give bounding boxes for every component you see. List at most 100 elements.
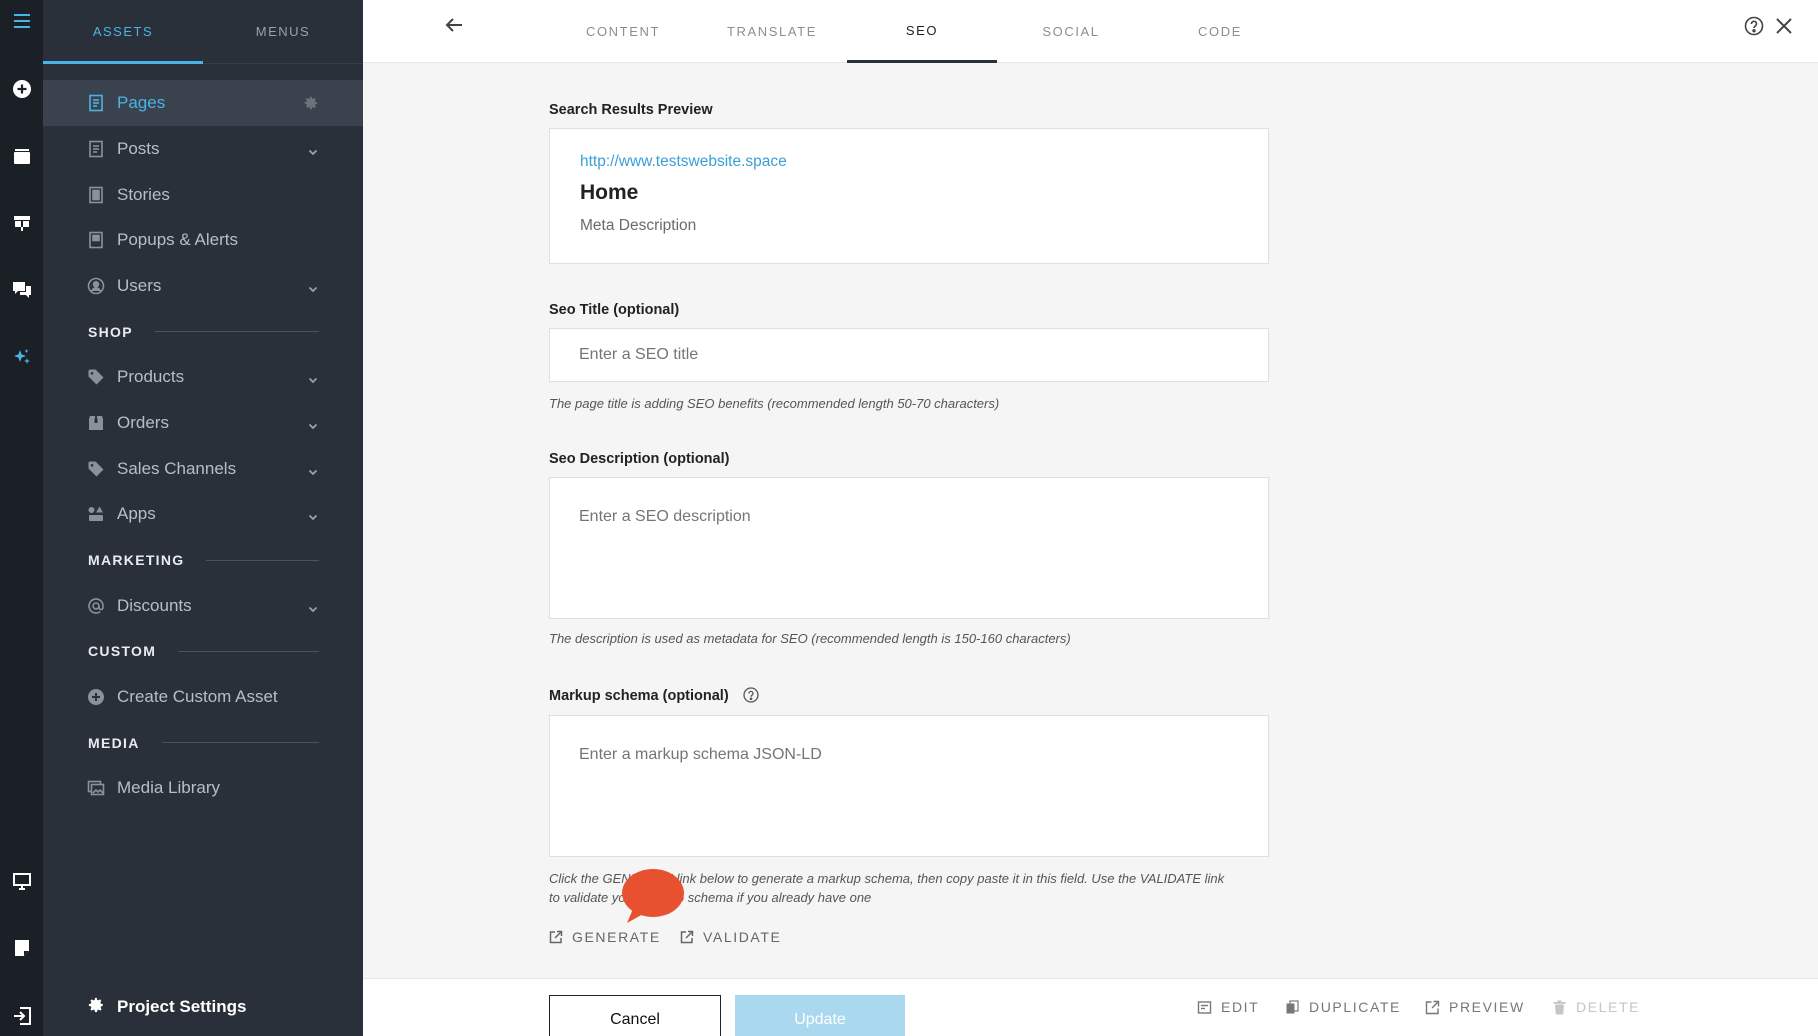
divider xyxy=(206,559,319,561)
active-tab-indicator xyxy=(43,61,203,64)
section-title: MEDIA xyxy=(88,734,140,751)
editor-topbar: CONTENT TRANSLATE SEO SOCIAL CODE xyxy=(363,0,1818,63)
sidebar-item-orders[interactable]: Orders xyxy=(43,400,363,446)
box-icon xyxy=(87,414,105,432)
sparkle-icon[interactable] xyxy=(0,339,43,375)
tab-content[interactable]: CONTENT xyxy=(548,0,698,63)
section-heading-marketing: MARKETING xyxy=(43,537,363,583)
hamburger-menu-icon[interactable] xyxy=(0,3,43,39)
tab-translate[interactable]: TRANSLATE xyxy=(697,0,847,63)
close-icon[interactable] xyxy=(1774,16,1794,36)
help-circle-icon[interactable] xyxy=(743,687,759,703)
logout-icon[interactable] xyxy=(0,998,43,1034)
seo-description-input[interactable] xyxy=(549,477,1269,619)
section-title: MARKETING xyxy=(88,552,185,569)
sidebar-item-label: Stories xyxy=(117,184,170,204)
validate-link[interactable]: VALIDATE xyxy=(680,929,781,945)
layers-icon[interactable] xyxy=(0,138,43,174)
sidebar-item-label: Media Library xyxy=(117,778,220,798)
seo-title-hint: The page title is adding SEO benefits (r… xyxy=(549,396,1000,411)
chevron-down-icon[interactable] xyxy=(307,463,319,475)
preview-description: Meta Description xyxy=(580,217,697,234)
gear-icon xyxy=(87,996,117,1019)
divider xyxy=(178,650,319,652)
sidebar-item-products[interactable]: Products xyxy=(43,354,363,400)
cancel-button[interactable]: Cancel xyxy=(549,995,721,1036)
sidebar-item-pages[interactable]: Pages xyxy=(43,80,363,126)
chevron-down-icon[interactable] xyxy=(307,417,319,430)
shapes-icon xyxy=(87,505,105,523)
add-circle-icon[interactable] xyxy=(0,71,43,107)
duplicate-label: DUPLICATE xyxy=(1309,999,1401,1015)
search-results-preview: http://www.testswebsite.space Home Meta … xyxy=(549,128,1269,264)
divider xyxy=(154,331,319,333)
validate-label: VALIDATE xyxy=(703,929,782,945)
plus-circle-icon xyxy=(87,688,105,706)
tab-seo[interactable]: SEO xyxy=(847,0,997,63)
tab-code[interactable]: CODE xyxy=(1145,0,1295,63)
duplicate-action[interactable]: DUPLICATE xyxy=(1285,999,1401,1015)
desktop-icon[interactable] xyxy=(0,863,43,899)
sidebar-item-label: Users xyxy=(117,275,162,295)
back-arrow-icon[interactable] xyxy=(443,14,465,36)
tab-menus[interactable]: MENUS xyxy=(203,0,363,63)
gear-icon[interactable] xyxy=(303,95,319,111)
page-icon xyxy=(87,231,105,249)
seo-description-hint: The description is used as metadata for … xyxy=(549,631,1071,646)
edit-action[interactable]: EDIT xyxy=(1197,999,1259,1015)
sidebar-item-discounts[interactable]: Discounts xyxy=(43,583,363,629)
chat-bubble-icon[interactable] xyxy=(619,869,684,923)
sidebar-item-stories[interactable]: Stories xyxy=(43,172,363,218)
delete-label: DELETE xyxy=(1576,999,1641,1015)
chevron-down-icon[interactable] xyxy=(307,143,319,156)
sidebar-item-popups-alerts[interactable]: Popups & Alerts xyxy=(43,217,363,263)
tab-assets[interactable]: ASSETS xyxy=(43,0,203,63)
markup-schema-label: Markup schema (optional) xyxy=(549,688,729,704)
page-icon xyxy=(87,94,105,112)
chevron-down-icon[interactable] xyxy=(307,600,319,612)
chevron-down-icon[interactable] xyxy=(307,508,319,521)
sidebar-item-users[interactable]: Users xyxy=(43,263,363,309)
note-icon[interactable] xyxy=(0,930,43,966)
sidebar-item-label: Popups & Alerts xyxy=(117,230,238,250)
help-circle-icon[interactable] xyxy=(1744,16,1764,36)
sidebar-item-label: Orders xyxy=(117,412,169,432)
external-link-icon xyxy=(549,930,563,944)
image-icon xyxy=(87,779,105,797)
project-settings-label: Project Settings xyxy=(117,997,247,1016)
preview-url: http://www.testswebsite.space xyxy=(580,153,787,170)
markup-schema-input[interactable] xyxy=(549,715,1269,857)
chevron-down-icon[interactable] xyxy=(307,371,319,384)
external-link-icon xyxy=(1425,1000,1440,1014)
section-title: CUSTOM xyxy=(88,643,157,660)
preview-action[interactable]: PREVIEW xyxy=(1425,999,1525,1015)
preview-title: Home xyxy=(580,181,639,204)
sidebar-item-label: Discounts xyxy=(117,595,192,615)
sidebar-item-apps[interactable]: Apps xyxy=(43,492,363,538)
update-button[interactable]: Update xyxy=(735,995,905,1036)
chevron-down-icon[interactable] xyxy=(307,280,319,293)
tag-icon xyxy=(87,368,105,386)
user-circle-icon xyxy=(87,277,105,295)
comments-icon[interactable] xyxy=(0,272,43,308)
sidebar-item-label: Apps xyxy=(117,504,156,524)
at-icon xyxy=(87,597,105,615)
store-icon[interactable] xyxy=(0,205,43,241)
seo-title-input[interactable] xyxy=(549,328,1269,382)
sidebar-item-posts[interactable]: Posts xyxy=(43,126,363,172)
project-settings-button[interactable]: Project Settings xyxy=(43,978,363,1036)
tag-icon xyxy=(87,460,105,478)
icon-rail xyxy=(0,0,43,1036)
delete-action[interactable]: DELETE xyxy=(1552,999,1640,1015)
bottom-action-bar: Cancel Update EDIT DUPLICATE PREVIEW DEL… xyxy=(363,978,1818,1036)
generate-link[interactable]: GENERATE xyxy=(549,929,661,945)
seo-description-label: Seo Description (optional) xyxy=(549,451,730,467)
section-title: SHOP xyxy=(88,323,133,340)
sidebar-item-media-library[interactable]: Media Library xyxy=(43,766,363,812)
tab-social[interactable]: SOCIAL xyxy=(996,0,1146,63)
section-heading-shop: SHOP xyxy=(43,309,363,355)
sidebar-item-label: Create Custom Asset xyxy=(117,687,278,707)
sidebar-item-sales-channels[interactable]: Sales Channels xyxy=(43,446,363,492)
sidebar-item-label: Products xyxy=(117,367,185,387)
sidebar-item-create-custom-asset[interactable]: Create Custom Asset xyxy=(43,674,363,720)
